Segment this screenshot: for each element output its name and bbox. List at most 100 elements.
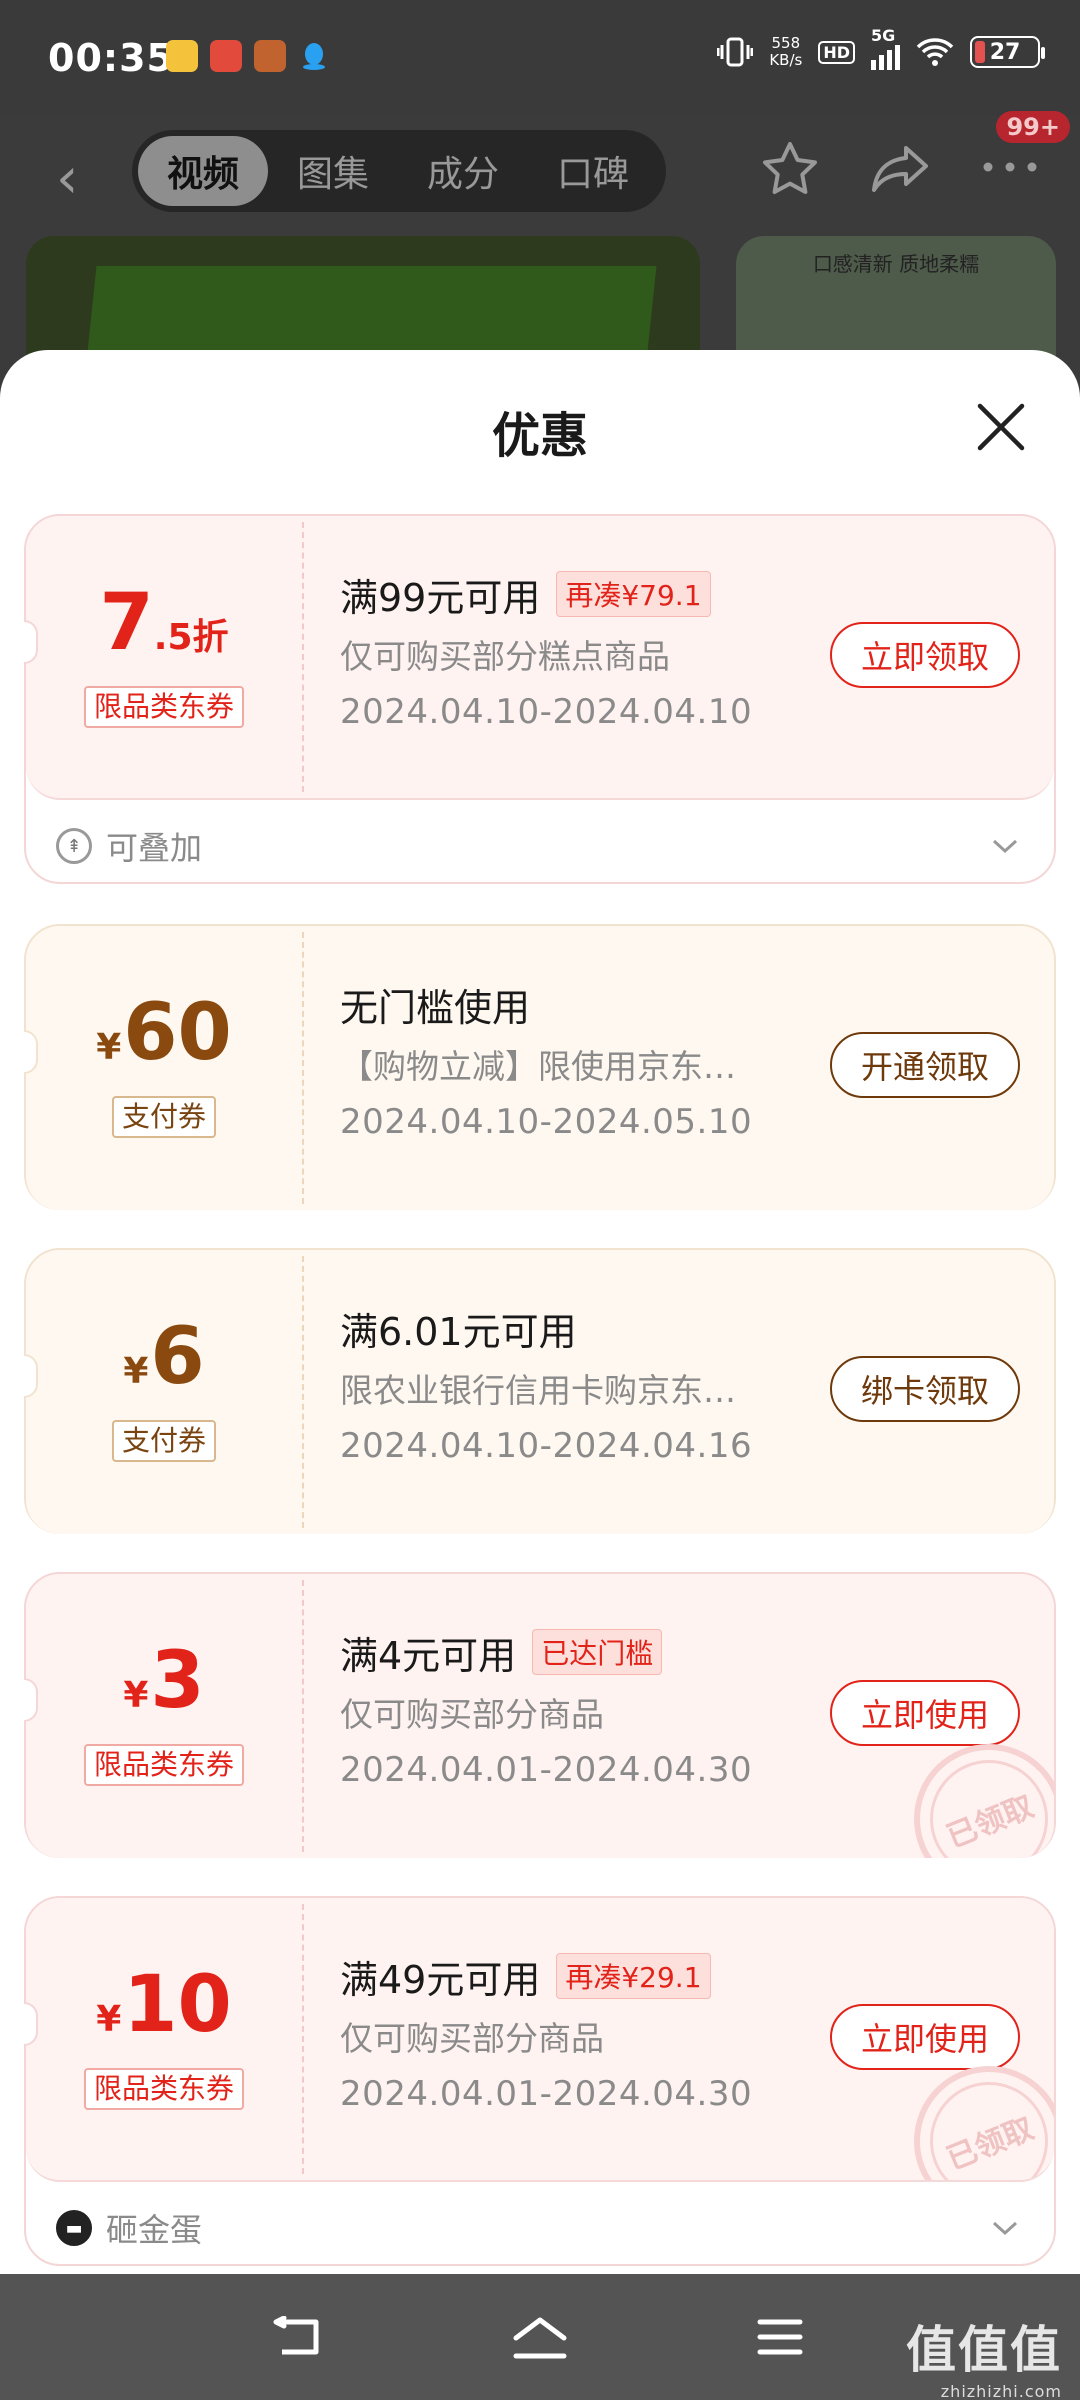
coupon-description: 【购物立减】限使用京东… — [340, 1047, 736, 1086]
watermark-url: zhizhizhi.com — [940, 2382, 1062, 2400]
activate-claim-button[interactable]: 开通领取 — [830, 1032, 1020, 1098]
coupon-sheet: 优惠 7.5折 限品类东券 满99元可用 再凑¥79.1 仅可购买部分糕点商品 2… — [0, 350, 1080, 2274]
more-icon[interactable] — [980, 157, 1040, 177]
tab-ingredients[interactable]: 成分 — [398, 136, 528, 206]
menu-nav-icon[interactable] — [756, 2316, 804, 2358]
message-badge: 99+ — [996, 111, 1070, 143]
coupon-card: ¥3 限品类东券 满4元可用 已达门槛 仅可购买部分商品 2024.04.01-2… — [24, 1572, 1056, 1858]
coupon-amount: ¥10 — [26, 1960, 302, 2050]
status-bar: 00:35 558 KB/s HD 5G 27 — [0, 0, 1080, 116]
coupon-body: ¥60 支付券 无门槛使用 【购物立减】限使用京东… 2024.04.10-20… — [26, 926, 1054, 1210]
star-icon[interactable] — [760, 140, 820, 198]
site-watermark: 值值值 zhizhizhi.com — [906, 2310, 1062, 2400]
coupon-amount: ¥60 — [26, 988, 302, 1078]
close-icon[interactable] — [974, 400, 1028, 454]
coupon-footer[interactable]: ⇞ 可叠加 — [56, 818, 1018, 874]
app-notification-icon — [210, 40, 242, 72]
system-nav-bar: 值值值 zhizhizhi.com — [0, 2274, 1080, 2400]
remaining-amount-pill: 再凑¥29.1 — [556, 1953, 711, 1999]
claim-button[interactable]: 立即领取 — [830, 622, 1020, 688]
status-time: 00:35 — [48, 36, 174, 80]
coupon-footer-label: 可叠加 — [106, 829, 203, 867]
back-nav-icon[interactable] — [272, 2316, 328, 2360]
remaining-amount-pill: 再凑¥79.1 — [556, 571, 711, 617]
back-icon[interactable]: ‹ — [56, 146, 78, 211]
qq-icon — [298, 40, 330, 72]
net-speed-value: 558 — [771, 34, 801, 52]
app-notification-icon — [166, 40, 198, 72]
chevron-down-icon[interactable] — [992, 838, 1018, 854]
wifi-icon — [916, 38, 954, 66]
sheet-title: 优惠 — [491, 408, 588, 464]
coupon-type-tag: 限品类东券 — [83, 1744, 244, 1786]
coupon-date: 2024.04.01-2024.04.30 — [340, 1750, 753, 1790]
coupon-amount: ¥3 — [26, 1636, 302, 1726]
currency-symbol: ¥ — [123, 1351, 149, 1392]
coupon-body: 7.5折 限品类东券 满99元可用 再凑¥79.1 仅可购买部分糕点商品 2024… — [26, 516, 1054, 800]
coupon-footer[interactable]: ▬ 砸金蛋 — [56, 2200, 1018, 2256]
coupon-type-tag: 支付券 — [111, 1420, 216, 1462]
currency-symbol: ¥ — [123, 1675, 149, 1716]
share-icon[interactable] — [870, 144, 930, 194]
coupon-description: 仅可购买部分糕点商品 — [340, 637, 670, 676]
coupon-type-tag: 限品类东券 — [83, 686, 244, 728]
vibrate-icon — [717, 37, 754, 67]
app-notification-icon — [254, 40, 286, 72]
amount-value: 60 — [123, 988, 232, 1078]
product-image-caption: 口感清新 质地柔糯 — [812, 252, 980, 276]
battery-level: 27 — [989, 39, 1021, 65]
more-menu[interactable]: 99+ — [980, 111, 1070, 181]
home-nav-icon[interactable] — [510, 2316, 570, 2362]
coupon-date: 2024.04.10-2024.04.10 — [340, 692, 753, 732]
watermark-logo: 值值值 — [906, 2321, 1062, 2379]
coupon-card: 7.5折 限品类东券 满99元可用 再凑¥79.1 仅可购买部分糕点商品 2024… — [24, 514, 1056, 884]
discount-suffix: .5折 — [153, 617, 229, 658]
currency-symbol: ¥ — [96, 1027, 122, 1068]
bind-card-claim-button[interactable]: 绑卡领取 — [830, 1356, 1020, 1422]
chevron-down-icon[interactable] — [992, 2220, 1018, 2236]
coupon-body: ¥3 限品类东券 满4元可用 已达门槛 仅可购买部分商品 2024.04.01-2… — [26, 1574, 1054, 1858]
hd-badge: HD — [818, 40, 855, 64]
nav-actions: 99+ — [760, 111, 1070, 198]
discount-value: 7 — [99, 578, 154, 668]
coupon-card: ¥60 支付券 无门槛使用 【购物立减】限使用京东… 2024.04.10-20… — [24, 924, 1056, 1210]
amount-value: 6 — [150, 1312, 205, 1402]
coupon-amount: ¥6 — [26, 1312, 302, 1402]
status-right: 558 KB/s HD 5G 27 — [717, 26, 1045, 70]
coupon-description: 仅可购买部分商品 — [340, 1695, 604, 1734]
currency-symbol: ¥ — [96, 1999, 122, 2040]
stackable-icon: ⇞ — [56, 828, 92, 864]
coupon-date: 2024.04.10-2024.04.16 — [340, 1426, 753, 1466]
use-now-button[interactable]: 立即使用 — [830, 1680, 1020, 1746]
tab-video[interactable]: 视频 — [138, 136, 268, 206]
coupon-description: 限农业银行信用卡购京东… — [340, 1371, 736, 1410]
coupon-condition: 满99元可用 — [340, 575, 541, 620]
use-now-button[interactable]: 立即使用 — [830, 2004, 1020, 2070]
coupon-body: ¥6 支付券 满6.01元可用 限农业银行信用卡购京东… 2024.04.10-… — [26, 1250, 1054, 1534]
net-speed: 558 KB/s — [769, 35, 802, 69]
golden-egg-icon: ▬ — [56, 2210, 92, 2246]
notification-icons — [166, 40, 330, 72]
coupon-condition: 满6.01元可用 — [340, 1309, 577, 1354]
media-tabs: 视频 图集 成分 口碑 — [132, 130, 666, 212]
coupon-condition: 满4元可用 — [340, 1633, 517, 1678]
coupon-date: 2024.04.01-2024.04.30 — [340, 2074, 753, 2114]
network-type: 5G — [871, 26, 896, 45]
threshold-met-pill: 已达门槛 — [532, 1629, 663, 1675]
coupon-type-tag: 限品类东券 — [83, 2068, 244, 2110]
battery-icon: 27 — [970, 36, 1045, 68]
cell-signal-icon: 5G — [871, 26, 900, 70]
coupon-card: ¥10 限品类东券 满49元可用 再凑¥29.1 仅可购买部分商品 2024.04… — [24, 1896, 1056, 2266]
amount-value: 3 — [150, 1636, 205, 1726]
coupon-date: 2024.04.10-2024.05.10 — [340, 1102, 753, 1142]
tab-reviews[interactable]: 口碑 — [528, 136, 658, 206]
net-speed-unit: KB/s — [769, 51, 803, 69]
coupon-description: 仅可购买部分商品 — [340, 2019, 604, 2058]
coupon-footer-label: 砸金蛋 — [106, 2211, 203, 2249]
coupon-body: ¥10 限品类东券 满49元可用 再凑¥29.1 仅可购买部分商品 2024.04… — [26, 1898, 1054, 2182]
coupon-amount: 7.5折 — [26, 578, 302, 668]
coupon-type-tag: 支付券 — [111, 1096, 216, 1138]
coupon-card: ¥6 支付券 满6.01元可用 限农业银行信用卡购京东… 2024.04.10-… — [24, 1248, 1056, 1534]
tab-gallery[interactable]: 图集 — [268, 136, 398, 206]
coupon-condition: 满49元可用 — [340, 1957, 541, 2002]
